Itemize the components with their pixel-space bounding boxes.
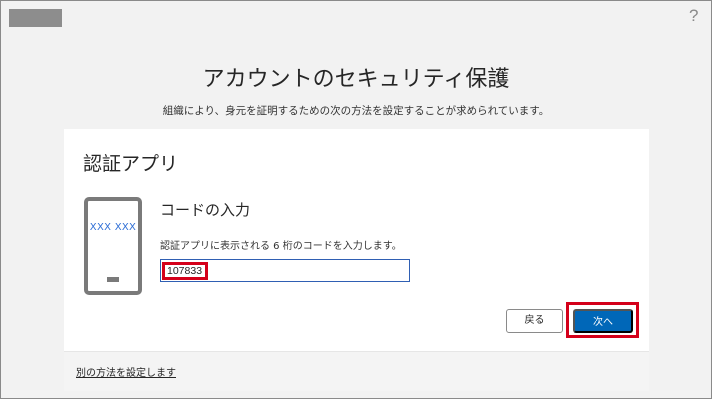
auth-card: 認証アプリ XXX XXX コードの入力 認証アプリに表示される 6 桁のコード… [64, 129, 649, 391]
next-button[interactable]: 次へ [573, 309, 633, 333]
org-logo [9, 9, 62, 27]
code-entry-instruction: 認証アプリに表示される 6 桁のコードを入力します。 [160, 241, 402, 252]
page-title: アカウントのセキュリティ保護 [202, 67, 510, 92]
code-entry-heading: コードの入力 [160, 201, 251, 219]
phone-code-placeholder: XXX XXX [89, 222, 137, 233]
card-title: 認証アプリ [83, 153, 179, 175]
page-subtitle: 組織により、身元を証明するための次の方法を設定することが求められています。 [162, 105, 550, 117]
alt-method-link[interactable]: 別の方法を設定します [76, 364, 176, 379]
back-button[interactable]: 戻る [506, 309, 563, 333]
phone-icon: XXX XXX [84, 197, 142, 295]
card-footer: 別の方法を設定します [64, 352, 649, 391]
help-icon[interactable]: ? [689, 6, 698, 26]
phone-home-button-icon [107, 277, 119, 282]
top-bar: ? [0, 0, 712, 36]
code-input-highlight [162, 262, 208, 280]
